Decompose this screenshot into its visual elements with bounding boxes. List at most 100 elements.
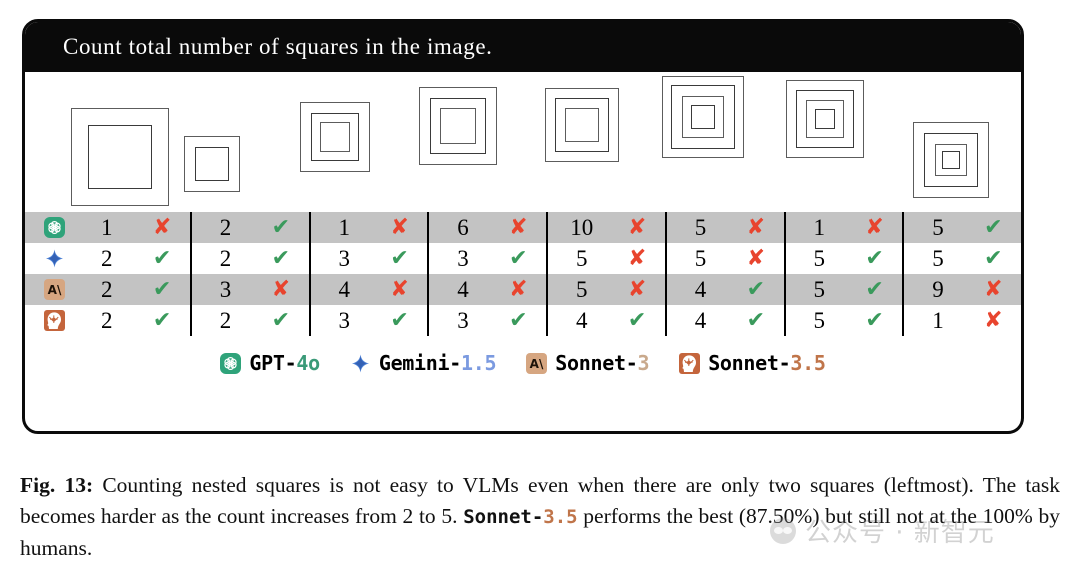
nested-square-stack: [418, 87, 497, 165]
answer-cell: 5 ✘: [546, 274, 665, 305]
legend-label: GPT-4o: [249, 351, 320, 375]
correct-icon: ✔: [152, 307, 172, 333]
answer-cell: 5 ✔: [783, 305, 903, 336]
answer-cells: 2 ✔ 2 ✔ 3 ✔ 3 ✔ 5 ✘ 5 ✘ 5 ✔ 5 ✔: [73, 243, 1021, 274]
nested-squares-cell-4: [401, 72, 524, 210]
nested-square-stack: [912, 122, 989, 198]
answer-value: 2: [219, 215, 232, 240]
caption-model-version: 3.5: [543, 506, 578, 528]
answer-cell: 5 ✔: [783, 274, 903, 305]
square-outline-3: [439, 108, 476, 144]
incorrect-icon: ✘: [746, 245, 766, 271]
answer-cell: 1 ✘: [73, 212, 190, 243]
legend-item-sonnet: Sonnet-3.5: [679, 351, 826, 375]
legend-label: Sonnet-3: [555, 351, 649, 375]
answer-value: 3: [457, 308, 469, 333]
anthropic-icon: A\: [43, 279, 65, 300]
svg-text:A\: A\: [530, 357, 544, 371]
answer-cells: 1 ✘ 2 ✔ 1 ✘ 6 ✘ 10 ✘ 5 ✘ 1 ✘ 5 ✔: [73, 212, 1021, 243]
nested-square-stack: [786, 80, 864, 158]
correct-icon: ✔: [271, 214, 291, 240]
legend-model-version: 4o: [296, 351, 320, 375]
legend-model-base: GPT-: [249, 351, 297, 375]
answer-value: 9: [932, 277, 944, 302]
incorrect-icon: ✘: [390, 214, 409, 240]
answer-cell: 3 ✔: [308, 243, 428, 274]
correct-icon: ✔: [984, 214, 1003, 240]
answer-cell: 4 ✔: [664, 274, 784, 305]
answer-cell: 4 ✔: [664, 305, 784, 336]
square-outline-3: [565, 108, 599, 142]
legend-model-base: Sonnet-: [555, 351, 638, 375]
answer-value: 2: [100, 308, 113, 333]
answer-value: 5: [694, 246, 707, 271]
claude-head-icon: [679, 352, 701, 374]
prompt-bar: Count total number of squares in the ima…: [25, 22, 1021, 72]
caption-model-base: Sonnet-: [463, 506, 544, 528]
answer-value: 3: [338, 246, 350, 271]
model-logo-cell: [25, 310, 73, 331]
answer-value: 1: [100, 215, 113, 240]
legend-model-base: Sonnet-: [708, 351, 791, 375]
incorrect-icon: ✘: [627, 276, 647, 302]
answer-cell: 2 ✔: [73, 243, 190, 274]
legend-label: Sonnet-3.5: [708, 351, 826, 375]
answer-cell: 2 ✔: [189, 305, 309, 336]
correct-icon: ✔: [390, 245, 409, 271]
answer-value: 10: [570, 215, 594, 240]
model-logo-cell: [25, 248, 73, 269]
answer-value: 5: [575, 246, 588, 271]
answer-cell: 1 ✘: [308, 212, 428, 243]
table-row: 1 ✘ 2 ✔ 1 ✘ 6 ✘ 10 ✘ 5 ✘ 1 ✘ 5 ✔: [25, 212, 1021, 243]
nested-squares-cell-2: [156, 72, 279, 210]
answer-value: 5: [813, 308, 825, 333]
correct-icon: ✔: [390, 307, 409, 333]
correct-icon: ✔: [865, 276, 884, 302]
answer-value: 2: [219, 246, 232, 271]
nested-squares-cell-5: [523, 72, 646, 210]
answer-value: 2: [219, 308, 232, 333]
correct-icon: ✔: [271, 245, 291, 271]
answer-cell: 4 ✘: [427, 274, 546, 305]
table-row: 2 ✔ 2 ✔ 3 ✔ 3 ✔ 5 ✘ 5 ✘ 5 ✔ 5 ✔: [25, 243, 1021, 274]
incorrect-icon: ✘: [984, 276, 1003, 302]
answer-cell: 4 ✔: [546, 305, 665, 336]
answer-value: 3: [219, 277, 232, 302]
answer-value: 1: [932, 308, 944, 333]
answer-cell: 2 ✔: [73, 305, 190, 336]
table-row: 2 ✔ 2 ✔ 3 ✔ 3 ✔ 4 ✔ 4 ✔ 5 ✔ 1 ✘: [25, 305, 1021, 336]
figure-caption: Fig. 13: Counting nested squares is not …: [20, 470, 1060, 564]
square-outline-4: [690, 105, 715, 129]
nested-square-stack: [661, 76, 744, 158]
prompt-text: Count total number of squares in the ima…: [63, 34, 493, 59]
answer-value: 1: [813, 215, 825, 240]
answer-cell: 2 ✔: [73, 274, 190, 305]
answer-value: 3: [338, 308, 350, 333]
correct-icon: ✔: [865, 245, 884, 271]
answer-cell: 3 ✔: [427, 243, 546, 274]
table-row: A\ 2 ✔ 3 ✘ 4 ✘ 4 ✘ 5 ✘ 4 ✔ 5 ✔ 9 ✘: [25, 274, 1021, 305]
nested-squares-cell-3: [278, 72, 401, 210]
legend-model-version: 3.5: [790, 351, 826, 375]
caption-model-name: Sonnet-3.5: [463, 506, 577, 528]
answer-cell: 10 ✘: [546, 212, 665, 243]
answer-cell: 3 ✔: [427, 305, 546, 336]
model-logo-cell: [25, 217, 73, 238]
correct-icon: ✔: [865, 307, 884, 333]
answer-cell: 2 ✔: [189, 243, 309, 274]
answer-cell: 5 ✔: [902, 243, 1021, 274]
legend-model-version: 3: [637, 351, 650, 375]
answer-value: 4: [338, 277, 350, 302]
square-outline-2: [88, 125, 152, 189]
answer-cell: 5 ✘: [664, 243, 784, 274]
answer-value: 1: [338, 215, 350, 240]
square-outline-4: [815, 109, 835, 129]
correct-icon: ✔: [152, 276, 172, 302]
answer-value: 5: [813, 246, 825, 271]
answer-value: 4: [694, 308, 707, 333]
model-logo-cell: A\: [25, 279, 73, 300]
legend-item-sonnet: A\ Sonnet-3: [526, 351, 649, 375]
anthropic-icon: A\: [526, 352, 548, 374]
legend-item-gpt: GPT-4o: [220, 351, 320, 375]
results-table: 1 ✘ 2 ✔ 1 ✘ 6 ✘ 10 ✘ 5 ✘ 1 ✘ 5 ✔ 2 ✔ 2 ✔ 3 ✔ 3 ✔ 5 ✘ 5 ✘ 5 ✔ 5 ✔ A\ 2 ✔ 3 ✘ 4…: [25, 212, 1021, 336]
